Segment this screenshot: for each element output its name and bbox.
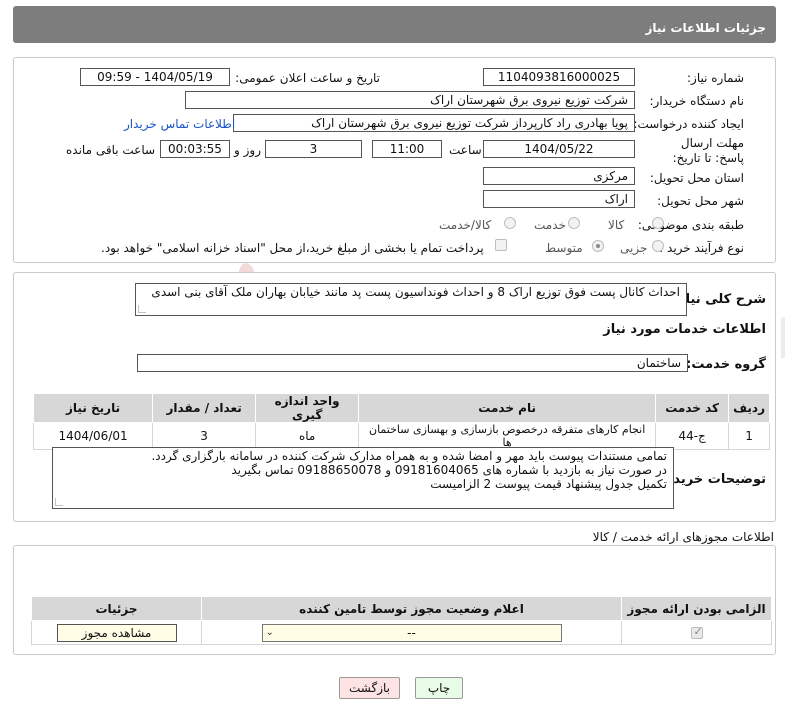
col-permit-required: الزامی بودن ارائه مجوز bbox=[621, 596, 772, 621]
permit-details-cell: مشاهده مجوز bbox=[31, 620, 202, 645]
table-row: ✓ -- ⌄ مشاهده مجوز bbox=[31, 620, 772, 645]
services-section-title: اطلاعات خدمات مورد نیاز bbox=[603, 322, 766, 337]
deadline-time-label: ساعت bbox=[449, 143, 482, 157]
page-title: جزئیات اطلاعات نیاز bbox=[645, 21, 766, 35]
col-quantity: تعداد / مقدار bbox=[152, 393, 257, 423]
category-radio-goods-service[interactable] bbox=[504, 217, 516, 229]
city-field: اراک bbox=[483, 190, 635, 208]
service-group-label: گروه خدمت: bbox=[686, 357, 766, 372]
process-option-medium: متوسط bbox=[545, 241, 583, 255]
permit-status-cell: -- ⌄ bbox=[201, 620, 622, 645]
need-number-label: شماره نیاز: bbox=[687, 71, 744, 85]
treasury-payment-checkbox[interactable] bbox=[495, 239, 507, 251]
buyer-contact-link[interactable]: اطلاعات تماس خریدار bbox=[124, 117, 235, 131]
resize-grip-icon[interactable] bbox=[138, 305, 146, 313]
remaining-time-field: 00:03:55 bbox=[160, 140, 230, 158]
buyer-org-field: شرکت توزیع نیروی برق شهرستان اراک bbox=[185, 91, 635, 109]
category-option-goods-service: کالا/خدمت bbox=[439, 218, 492, 232]
permit-required-checkbox: ✓ bbox=[690, 625, 703, 639]
deadline-date-field: 1404/05/22 bbox=[483, 140, 635, 158]
services-table: ردیف کد خدمت نام خدمت واحد اندازه گیری ت… bbox=[32, 393, 770, 450]
chevron-down-icon: ⌄ bbox=[265, 626, 274, 638]
category-radio-service[interactable] bbox=[568, 217, 580, 229]
deadline-time-field: 11:00 bbox=[372, 140, 442, 158]
col-permit-status: اعلام وضعیت مجوز توسط تامین کننده bbox=[201, 596, 622, 621]
category-option-goods: کالا bbox=[608, 218, 625, 232]
summary-text: احداث کانال پست فوق توزیع اراک 8 و احداث… bbox=[151, 285, 680, 299]
process-radio-minor[interactable] bbox=[652, 240, 664, 252]
category-option-service: خدمت bbox=[534, 218, 566, 232]
creator-label: ایجاد کننده درخواست: bbox=[633, 117, 744, 131]
days-field: 3 bbox=[265, 140, 362, 158]
col-service-name: نام خدمت bbox=[358, 393, 657, 423]
resize-grip-icon[interactable] bbox=[55, 498, 63, 506]
summary-textarea[interactable]: احداث کانال پست فوق توزیع اراک 8 و احداث… bbox=[135, 283, 687, 316]
permits-section-title: اطلاعات مجوزهای ارائه خدمت / کالا bbox=[592, 530, 774, 544]
view-permit-button[interactable]: مشاهده مجوز bbox=[56, 623, 177, 642]
creator-field: پویا بهادری راد کارپرداز شرکت توزیع نیرو… bbox=[233, 114, 635, 132]
province-field: مرکزی bbox=[483, 167, 635, 185]
category-radio-goods[interactable] bbox=[652, 217, 664, 229]
col-row-number: ردیف bbox=[728, 393, 770, 423]
announce-date-label: تاریخ و ساعت اعلان عمومی: bbox=[235, 71, 380, 85]
buyer-note-line-2: در صورت نیاز به بازدید با شماره های 0918… bbox=[231, 463, 667, 477]
cell-service-code: ج-44 bbox=[655, 422, 730, 450]
cell-quantity: 3 bbox=[152, 422, 257, 450]
cell-service-name: انجام کارهای متفرقه درخصوص بازسازی و بهس… bbox=[358, 422, 657, 450]
permits-table-header: الزامی بودن ارائه مجوز اعلام وضعیت مجوز … bbox=[31, 596, 772, 621]
cell-row-number: 1 bbox=[728, 422, 770, 450]
process-label: نوع فرآیند خرید : bbox=[659, 241, 744, 255]
province-label: استان محل تحویل: bbox=[649, 171, 744, 185]
print-button[interactable]: چاپ bbox=[415, 677, 463, 699]
process-radio-medium[interactable] bbox=[592, 240, 604, 252]
remaining-label: ساعت باقی مانده bbox=[66, 143, 156, 157]
process-option-minor: جزیی bbox=[620, 241, 648, 255]
payment-note: پرداخت تمام یا بخشی از مبلغ خرید،از محل … bbox=[101, 241, 484, 255]
deadline-label: مهلت ارسال پاسخ: تا تاریخ: bbox=[672, 136, 744, 165]
cell-need-date: 1404/06/01 bbox=[32, 422, 154, 450]
check-icon: ✓ bbox=[693, 625, 703, 638]
buyer-note-line-3: تکمیل جدول پیشنهاد قیمت پیوست 2 الزامیست bbox=[430, 477, 667, 491]
permits-table: الزامی بودن ارائه مجوز اعلام وضعیت مجوز … bbox=[31, 596, 772, 645]
buyer-notes-textarea[interactable]: تمامی مستندات پیوست باید مهر و امضا شده … bbox=[52, 447, 674, 509]
col-need-date: تاریخ نیاز bbox=[32, 393, 154, 423]
col-permit-details: جزئیات bbox=[31, 596, 202, 621]
back-button[interactable]: بازگشت bbox=[339, 677, 400, 699]
permit-required-cell: ✓ bbox=[621, 620, 772, 645]
city-label: شهر محل تحویل: bbox=[657, 194, 744, 208]
service-group-field: ساختمان bbox=[137, 354, 688, 372]
announce-date-field: 1404/05/19 - 09:59 bbox=[80, 68, 230, 86]
cell-unit: ماه bbox=[255, 422, 360, 450]
permit-status-select[interactable]: -- ⌄ bbox=[261, 623, 562, 642]
permit-status-select-value: -- bbox=[407, 625, 416, 640]
col-unit: واحد اندازه گیری bbox=[255, 393, 360, 423]
buyer-org-label: نام دستگاه خریدار: bbox=[649, 94, 745, 108]
buyer-note-line-1: تمامی مستندات پیوست باید مهر و امضا شده … bbox=[151, 449, 667, 463]
days-label: روز و bbox=[234, 143, 261, 157]
col-service-code: کد خدمت bbox=[655, 393, 730, 423]
services-table-header: ردیف کد خدمت نام خدمت واحد اندازه گیری ت… bbox=[32, 393, 770, 423]
page-header: جزئیات اطلاعات نیاز bbox=[13, 6, 776, 43]
need-number-field: 1104093816000025 bbox=[483, 68, 635, 86]
table-row: 1 ج-44 انجام کارهای متفرقه درخصوص بازساز… bbox=[32, 422, 770, 450]
